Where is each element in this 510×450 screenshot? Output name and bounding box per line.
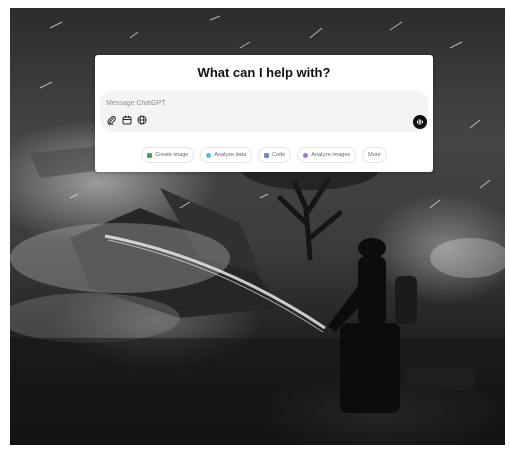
chip-label: Analyze images xyxy=(311,152,351,158)
chip-label: Code xyxy=(272,152,286,158)
chip-label: More xyxy=(368,152,381,158)
message-input[interactable] xyxy=(106,97,406,109)
voice-mode-button[interactable] xyxy=(413,115,427,129)
analyze-data-button[interactable]: Analyze data xyxy=(200,147,253,163)
code-icon xyxy=(264,152,270,158)
create-image-button[interactable]: Create image xyxy=(141,147,195,163)
chip-label: Analyze data xyxy=(214,152,247,158)
chat-home-dialog: What can I help with? Create image Analy… xyxy=(95,55,433,172)
code-button[interactable]: Code xyxy=(258,147,292,163)
paperclip-icon[interactable] xyxy=(106,114,117,125)
eye-icon xyxy=(303,152,309,158)
chip-label: Create image xyxy=(155,152,189,158)
more-button[interactable]: More xyxy=(362,147,387,163)
chart-icon xyxy=(206,152,212,158)
voice-mode-icon xyxy=(417,119,423,125)
globe-icon[interactable] xyxy=(136,114,147,125)
image-icon xyxy=(147,152,153,158)
analyze-images-button[interactable]: Analyze images xyxy=(297,147,357,163)
suggestion-chips: Create image Analyze data Code Analyze i… xyxy=(95,147,433,163)
calendar-icon[interactable] xyxy=(121,114,132,125)
message-composer xyxy=(100,90,428,132)
page-title: What can I help with? xyxy=(197,65,331,80)
